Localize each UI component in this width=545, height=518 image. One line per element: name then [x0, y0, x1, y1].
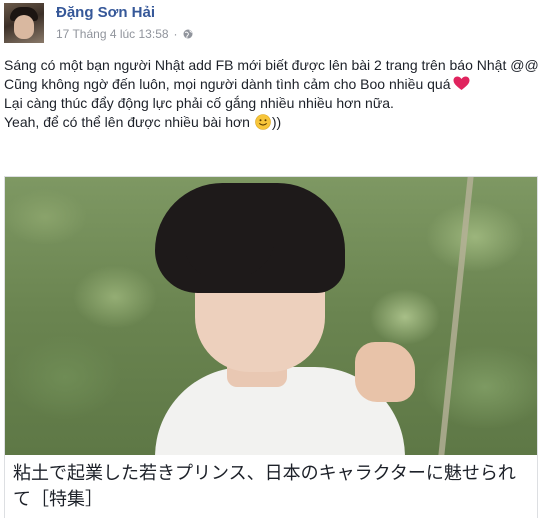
- attachment-photo[interactable]: [5, 177, 537, 455]
- post-timestamp[interactable]: 17 Tháng 4 lúc 13:58: [56, 27, 169, 41]
- attachment-caption-box[interactable]: 粘土で起業した若きプリンス、日本のキャラクターに魅せられて［特集］: [5, 455, 537, 518]
- globe-icon[interactable]: [183, 29, 193, 39]
- photo-hand: [355, 342, 415, 402]
- meta-separator: ·: [173, 27, 178, 41]
- attachment-title[interactable]: 粘土で起業した若きプリンス、日本のキャラクターに魅せられて［特集］: [13, 461, 527, 513]
- heart-icon: [453, 76, 470, 90]
- post-line-with-smile: Yeah, để có thể lên được nhiều bài hơn )…: [4, 113, 539, 132]
- post-line-with-heart: Cũng không ngờ đến luôn, mọi người dành …: [4, 75, 539, 94]
- avatar-face: [14, 15, 34, 39]
- post-line: Lại càng thúc đẩy động lực phải cố gắng …: [4, 95, 394, 111]
- post-line-tail: )): [271, 114, 282, 130]
- author-name[interactable]: Đặng Sơn Hải: [56, 4, 155, 21]
- smile-icon: [255, 114, 271, 130]
- post-line: Sáng có một bạn người Nhật add FB mới bi…: [4, 57, 539, 73]
- post-meta: 17 Tháng 4 lúc 13:58 ·: [56, 27, 193, 41]
- post-line: Cũng không ngờ đến luôn, mọi người dành …: [4, 76, 451, 92]
- post-message: Sáng có một bạn người Nhật add FB mới bi…: [4, 56, 539, 132]
- avatar[interactable]: [4, 3, 44, 43]
- facebook-post: Đặng Sơn Hải 17 Tháng 4 lúc 13:58 · Sáng…: [0, 0, 545, 518]
- link-attachment[interactable]: 粘土で起業した若きプリンス、日本のキャラクターに魅せられて［特集］: [4, 176, 538, 518]
- photo-branch: [438, 177, 474, 455]
- post-line: Yeah, để có thể lên được nhiều bài hơn: [4, 114, 250, 130]
